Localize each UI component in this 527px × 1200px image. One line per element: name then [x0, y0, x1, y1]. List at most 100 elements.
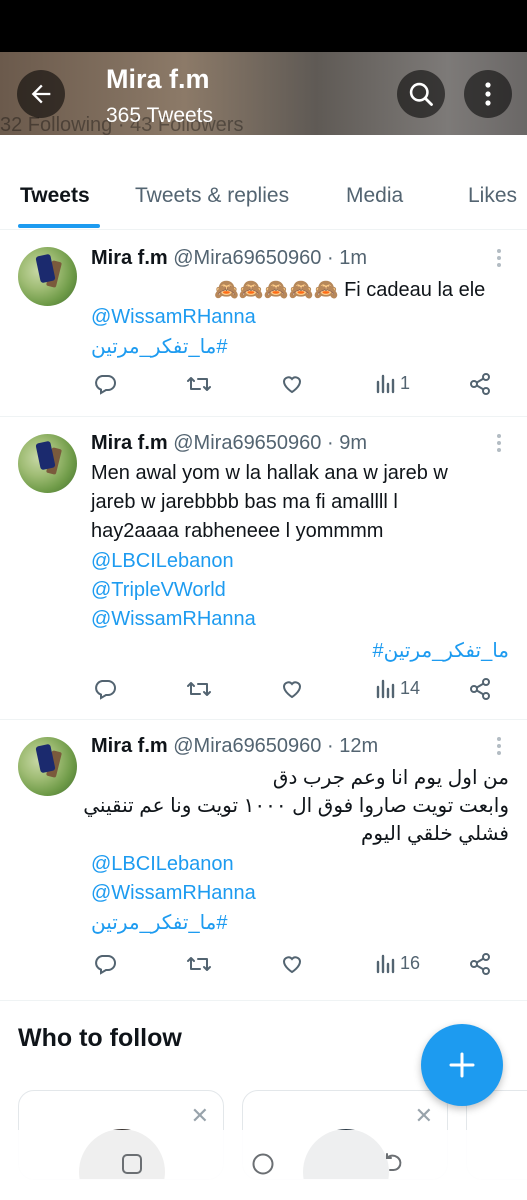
like-button[interactable]	[280, 952, 304, 976]
tweet-time: 1m	[339, 247, 368, 269]
mention-link[interactable]: @WissamRHanna	[91, 608, 256, 631]
views-button[interactable]: 16	[375, 952, 420, 974]
avatar[interactable]	[18, 247, 77, 306]
reply-icon	[95, 375, 116, 395]
tweet-actions: 1	[0, 372, 527, 402]
home-icon[interactable]	[251, 1152, 275, 1176]
profile-header: 32 Following · 43 Followers Mira f.m 365…	[0, 52, 527, 135]
reply-icon	[95, 680, 116, 700]
author-handle[interactable]: @Mira69650960	[173, 735, 321, 757]
search-icon	[409, 82, 433, 106]
mention-link[interactable]: @LBCILebanon	[91, 853, 234, 876]
author-handle[interactable]: @Mira69650960	[173, 247, 321, 269]
profile-tabs: Tweets Tweets & replies Media Likes	[0, 168, 527, 230]
share-icon	[470, 373, 490, 395]
hashtag-link[interactable]: #ما_تفكر_مرتين	[91, 910, 228, 935]
retweet-icon	[187, 957, 211, 971]
tweet[interactable]: Mira f.m @Mira69650960 · 12m من اول يوم …	[0, 721, 527, 1001]
retweet-icon	[187, 682, 211, 696]
back-icon[interactable]	[383, 1152, 407, 1176]
share-icon	[470, 678, 490, 700]
tab-likes[interactable]: Likes	[468, 184, 517, 208]
tweet-actions: 14	[0, 677, 527, 707]
status-bar	[0, 0, 527, 52]
separator-dot: ·	[327, 247, 334, 269]
tweet-time: 9m	[339, 432, 368, 454]
tweet-text: 🙈🙈🙈🙈🙈 Fi cadeau la ele	[214, 279, 486, 301]
views-icon	[376, 679, 395, 699]
back-arrow-icon	[31, 84, 51, 104]
close-icon[interactable]: ✕	[191, 1103, 209, 1129]
mention-link[interactable]: @TripleVWorld	[91, 579, 226, 602]
avatar[interactable]	[18, 737, 77, 796]
avatar[interactable]	[18, 434, 77, 493]
view-count: 1	[400, 372, 411, 393]
like-icon	[282, 956, 302, 974]
tweet-more-icon[interactable]	[497, 249, 503, 270]
mention-link[interactable]: @WissamRHanna	[91, 306, 256, 329]
active-tab-indicator	[18, 224, 100, 228]
share-button[interactable]	[468, 952, 492, 976]
like-icon	[282, 681, 302, 699]
author-handle[interactable]: @Mira69650960	[173, 432, 321, 454]
search-button[interactable]	[397, 70, 445, 118]
reply-button[interactable]	[93, 372, 117, 396]
like-button[interactable]	[280, 372, 304, 396]
reply-button[interactable]	[93, 677, 117, 701]
tweet-more-icon[interactable]	[497, 737, 503, 758]
close-icon[interactable]: ✕	[415, 1103, 433, 1129]
tweet-actions: 16	[0, 952, 527, 982]
more-options-button[interactable]	[464, 70, 512, 118]
tweet-time: 12m	[339, 735, 379, 757]
tweet-header: Mira f.m @Mira69650960 · 1m	[91, 247, 367, 270]
retweet-button[interactable]	[186, 952, 212, 976]
tab-tweets-replies[interactable]: Tweets & replies	[135, 184, 289, 208]
views-button[interactable]: 14	[375, 677, 420, 699]
profile-name: Mira f.m	[106, 64, 210, 94]
tweet-text-line: وابعت تويت صاروا فوق ال ١٠٠٠ تويت ونا عم…	[83, 795, 509, 817]
reply-icon	[95, 955, 116, 975]
share-button[interactable]	[468, 372, 492, 396]
tweet-text-line: فشلي خلقي اليوم	[361, 823, 509, 845]
author-name[interactable]: Mira f.m	[91, 247, 168, 269]
mention-link[interactable]: @LBCILebanon	[91, 550, 234, 573]
tweet-text-line: jareb w jarebbbb bas ma fi amallll l	[91, 491, 398, 513]
views-icon	[376, 954, 395, 974]
author-name[interactable]: Mira f.m	[91, 432, 168, 454]
retweet-button[interactable]	[186, 372, 212, 396]
like-icon	[282, 376, 302, 394]
tab-tweets[interactable]: Tweets	[20, 184, 90, 208]
more-vertical-icon	[485, 82, 491, 106]
tab-media[interactable]: Media	[346, 184, 403, 208]
retweet-icon	[187, 377, 211, 391]
views-button[interactable]: 1	[375, 372, 410, 394]
compose-tweet-button[interactable]	[421, 1024, 503, 1106]
emoji: 🙈🙈🙈🙈🙈	[214, 279, 339, 301]
back-button[interactable]	[17, 70, 65, 118]
tweet[interactable]: Mira f.m @Mira69650960 · 1m 🙈🙈🙈🙈🙈 Fi cad…	[0, 231, 527, 417]
tweet-more-icon[interactable]	[497, 434, 503, 455]
tweet[interactable]: Mira f.m @Mira69650960 · 9m Men awal yom…	[0, 418, 527, 720]
hashtag-link[interactable]: #ما_تفكر_مرتين	[91, 334, 228, 359]
separator-dot: ·	[327, 735, 334, 757]
tweet-text-line: من اول يوم انا وعم جرب دق	[272, 767, 509, 789]
mention-link[interactable]: @WissamRHanna	[91, 882, 256, 905]
share-icon	[470, 953, 490, 975]
views-icon	[376, 374, 395, 394]
view-count: 14	[400, 677, 421, 698]
tweet-text-line: Men awal yom w la hallak ana w jareb w	[91, 462, 448, 484]
separator-dot: ·	[327, 432, 334, 454]
who-to-follow-title: Who to follow	[18, 1024, 182, 1052]
recents-icon[interactable]	[120, 1152, 144, 1176]
share-button[interactable]	[468, 677, 492, 701]
system-nav-bar	[0, 1130, 527, 1200]
view-count: 16	[400, 952, 421, 973]
tweet-text-line: hay2aaaa rabheneee l yommmm	[91, 520, 384, 542]
author-name[interactable]: Mira f.m	[91, 735, 168, 757]
tweet-header: Mira f.m @Mira69650960 · 9m	[91, 432, 367, 455]
like-button[interactable]	[280, 677, 304, 701]
tweet-header: Mira f.m @Mira69650960 · 12m	[91, 735, 378, 758]
hashtag-link[interactable]: #ما_تفكر_مرتين	[372, 638, 509, 663]
reply-button[interactable]	[93, 952, 117, 976]
retweet-button[interactable]	[186, 677, 212, 701]
